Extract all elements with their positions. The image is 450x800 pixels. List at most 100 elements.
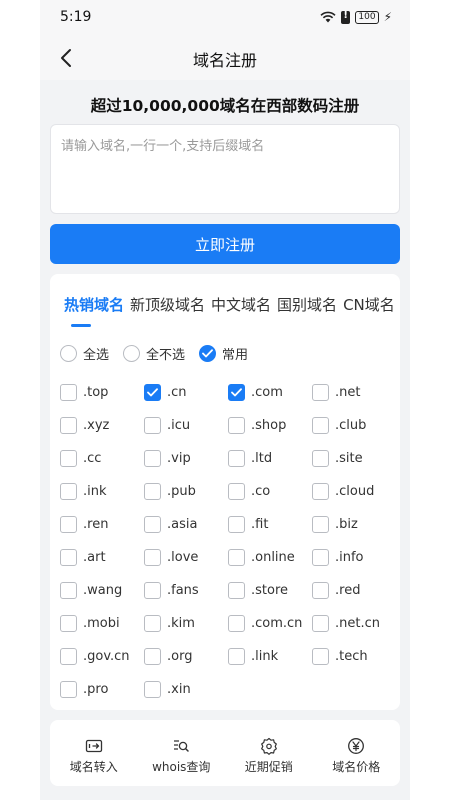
suffix-option-kim[interactable]: .kim — [144, 607, 228, 640]
suffix-option-club[interactable]: .club — [312, 409, 396, 442]
suffix-checkbox[interactable] — [312, 615, 329, 632]
suffix-checkbox[interactable] — [144, 549, 161, 566]
active-tab-indicator — [71, 324, 91, 327]
tab-country[interactable]: 国别域名 — [277, 294, 337, 315]
suffix-option-info[interactable]: .info — [312, 541, 396, 574]
suffix-checkbox[interactable] — [312, 384, 329, 401]
suffix-option-wang[interactable]: .wang — [60, 574, 144, 607]
suffix-option-ltd[interactable]: .ltd — [228, 442, 312, 475]
suffix-option-mobi[interactable]: .mobi — [60, 607, 144, 640]
suffix-checkbox[interactable] — [60, 648, 77, 665]
suffix-checkbox[interactable] — [312, 417, 329, 434]
suffix-option-ink[interactable]: .ink — [60, 475, 144, 508]
register-button[interactable]: 立即注册 — [50, 224, 400, 264]
suffix-option-top[interactable]: .top — [60, 376, 144, 409]
suffix-checkbox[interactable] — [144, 615, 161, 632]
suffix-label: .fit — [251, 517, 269, 532]
suffix-option-co[interactable]: .co — [228, 475, 312, 508]
suffix-option-site[interactable]: .site — [312, 442, 396, 475]
select-none-radio[interactable] — [123, 345, 141, 362]
suffix-checkbox[interactable] — [60, 417, 77, 434]
tab-cn[interactable]: CN域名 — [343, 294, 395, 315]
select-common-radio[interactable] — [199, 345, 217, 362]
suffix-checkbox[interactable] — [144, 648, 161, 665]
suffix-option-cc[interactable]: .cc — [60, 442, 144, 475]
suffix-checkbox[interactable] — [60, 549, 77, 566]
suffix-checkbox[interactable] — [228, 384, 245, 401]
suffix-option-net[interactable]: .net — [312, 376, 396, 409]
suffix-option-cn[interactable]: .cn — [144, 376, 228, 409]
transfer-label: 域名转入 — [69, 760, 118, 774]
suffix-checkbox[interactable] — [312, 648, 329, 665]
suffix-option-asia[interactable]: .asia — [144, 508, 228, 541]
suffix-option-ren[interactable]: .ren — [60, 508, 144, 541]
suffix-checkbox[interactable] — [60, 384, 77, 401]
select-all-option[interactable]: 全选 — [60, 344, 109, 363]
suffix-checkbox[interactable] — [312, 582, 329, 599]
select-common-option[interactable]: 常用 — [199, 344, 248, 363]
suffix-option-xyz[interactable]: .xyz — [60, 409, 144, 442]
suffix-option-biz[interactable]: .biz — [312, 508, 396, 541]
suffix-option-xin[interactable]: .xin — [144, 673, 228, 706]
suffix-checkbox[interactable] — [228, 648, 245, 665]
suffix-checkbox[interactable] — [228, 450, 245, 467]
suffix-checkbox[interactable] — [144, 516, 161, 533]
suffix-checkbox[interactable] — [144, 681, 161, 698]
suffix-option-pro[interactable]: .pro — [60, 673, 144, 706]
whois-button[interactable]: whois查询 — [138, 720, 226, 786]
price-button[interactable]: 域名价格 — [313, 720, 401, 786]
suffix-checkbox[interactable] — [60, 582, 77, 599]
suffix-checkbox[interactable] — [60, 615, 77, 632]
suffix-panel: 热销域名 新顶级域名 中文域名 国别域名 CN域名 全选 全不选 常用 .top .c… — [50, 274, 400, 710]
suffix-option-love[interactable]: .love — [144, 541, 228, 574]
suffix-option-art[interactable]: .art — [60, 541, 144, 574]
tab-new-tld[interactable]: 新顶级域名 — [130, 294, 205, 315]
suffix-option-red[interactable]: .red — [312, 574, 396, 607]
suffix-option-tech[interactable]: .tech — [312, 640, 396, 673]
domain-input[interactable] — [50, 124, 400, 214]
suffix-option-fans[interactable]: .fans — [144, 574, 228, 607]
suffix-option-link[interactable]: .link — [228, 640, 312, 673]
suffix-option-net-cn[interactable]: .net.cn — [312, 607, 396, 640]
suffix-option-gov-cn[interactable]: .gov.cn — [60, 640, 144, 673]
suffix-checkbox[interactable] — [60, 450, 77, 467]
suffix-option-fit[interactable]: .fit — [228, 508, 312, 541]
suffix-option-pub[interactable]: .pub — [144, 475, 228, 508]
promotion-button[interactable]: 近期促销 — [225, 720, 313, 786]
suffix-checkbox[interactable] — [228, 582, 245, 599]
suffix-checkbox[interactable] — [312, 549, 329, 566]
suffix-checkbox[interactable] — [60, 681, 77, 698]
promotion-badge-icon — [260, 737, 277, 755]
suffix-option-cloud[interactable]: .cloud — [312, 475, 396, 508]
suffix-option-com[interactable]: .com — [228, 376, 312, 409]
suffix-option-shop[interactable]: .shop — [228, 409, 312, 442]
suffix-checkbox[interactable] — [228, 516, 245, 533]
select-all-radio[interactable] — [60, 345, 77, 362]
suffix-checkbox[interactable] — [144, 450, 161, 467]
suffix-label: .red — [335, 583, 361, 598]
suffix-checkbox[interactable] — [60, 483, 77, 500]
tab-chinese[interactable]: 中文域名 — [211, 294, 271, 315]
select-none-option[interactable]: 全不选 — [123, 344, 185, 363]
tab-hot[interactable]: 热销域名 — [64, 294, 124, 315]
suffix-option-online[interactable]: .online — [228, 541, 312, 574]
suffix-option-org[interactable]: .org — [144, 640, 228, 673]
suffix-checkbox[interactable] — [144, 483, 161, 500]
suffix-checkbox[interactable] — [228, 615, 245, 632]
suffix-checkbox[interactable] — [312, 483, 329, 500]
suffix-checkbox[interactable] — [228, 417, 245, 434]
suffix-option-com-cn[interactable]: .com.cn — [228, 607, 312, 640]
suffix-checkbox[interactable] — [228, 549, 245, 566]
suffix-checkbox[interactable] — [228, 483, 245, 500]
suffix-option-vip[interactable]: .vip — [144, 442, 228, 475]
suffix-checkbox[interactable] — [144, 582, 161, 599]
battery-indicator: 100 — [355, 10, 379, 24]
suffix-checkbox[interactable] — [144, 417, 161, 434]
transfer-button[interactable]: 域名转入 — [50, 720, 138, 786]
suffix-checkbox[interactable] — [60, 516, 77, 533]
suffix-checkbox[interactable] — [312, 516, 329, 533]
suffix-checkbox[interactable] — [144, 384, 161, 401]
suffix-option-store[interactable]: .store — [228, 574, 312, 607]
suffix-option-icu[interactable]: .icu — [144, 409, 228, 442]
suffix-checkbox[interactable] — [312, 450, 329, 467]
